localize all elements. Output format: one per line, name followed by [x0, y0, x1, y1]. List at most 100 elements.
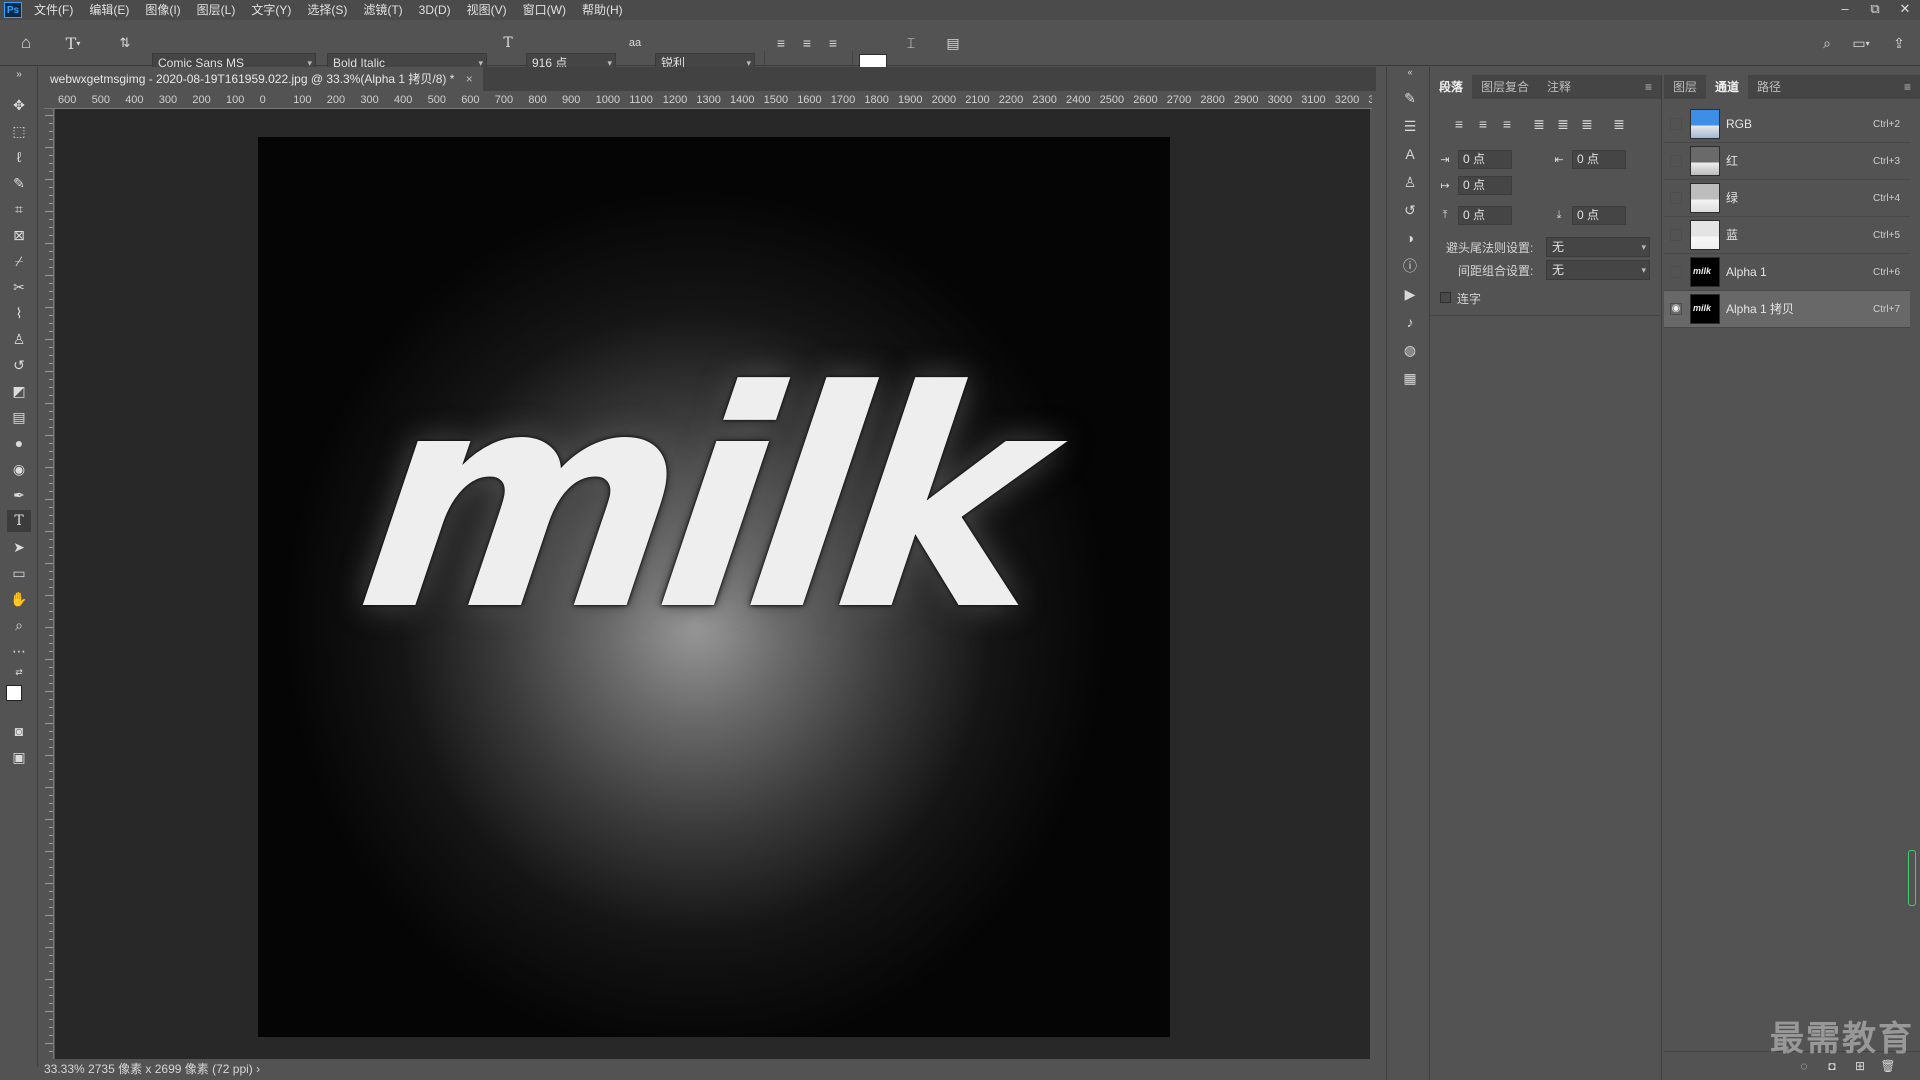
space-before-input[interactable]: 0 点 — [1458, 206, 1512, 225]
channel-row[interactable]: 红 Ctrl+3 — [1664, 143, 1910, 180]
character-icon[interactable]: A — [1399, 143, 1421, 165]
info-icon[interactable]: ⓘ — [1399, 255, 1421, 277]
indent-left-input[interactable]: 0 点 — [1458, 150, 1512, 169]
search-icon[interactable]: ⌕ — [1816, 32, 1838, 54]
channel-visibility-eye-icon[interactable] — [1670, 192, 1682, 204]
channel-visibility-eye-icon[interactable] — [1670, 229, 1682, 241]
character-panel-icon[interactable]: ▤ — [942, 32, 964, 54]
brush-settings-icon[interactable]: ✎ — [1399, 87, 1421, 109]
minimize-button[interactable]: – — [1830, 0, 1860, 20]
para-align-center-icon[interactable]: ≡ — [1474, 115, 1492, 133]
hand-tool-icon[interactable]: ✋ — [7, 588, 31, 610]
actions-icon[interactable]: ▶ — [1399, 283, 1421, 305]
channel-visibility-eye-icon[interactable] — [1670, 266, 1682, 278]
tab-layer-comps[interactable]: 图层复合 — [1472, 75, 1538, 99]
tab-notes[interactable]: 注释 — [1538, 75, 1580, 99]
close-button[interactable]: ✕ — [1890, 0, 1920, 20]
mojikumi-select[interactable]: 无 ▾ — [1546, 260, 1650, 280]
align-right-icon[interactable]: ≡ — [822, 32, 844, 54]
rectangle-tool-icon[interactable]: ▭ — [7, 562, 31, 584]
hyphenate-checkbox[interactable] — [1440, 292, 1451, 303]
adjustments-icon[interactable]: ◑ — [1399, 227, 1421, 249]
align-center-icon[interactable]: ≡ — [796, 32, 818, 54]
menu-item-1[interactable]: 编辑(E) — [81, 0, 137, 20]
tab-paths[interactable]: 路径 — [1748, 75, 1790, 99]
tab-paragraph[interactable]: 段落 — [1430, 75, 1473, 99]
tab-channels[interactable]: 通道 — [1706, 75, 1749, 99]
3d-icon[interactable]: ◍ — [1399, 339, 1421, 361]
swatches-icon[interactable]: ▦ — [1399, 367, 1421, 389]
history-brush-tool-icon[interactable]: ↺ — [7, 354, 31, 376]
status-menu-arrow[interactable]: › — [256, 1062, 260, 1076]
justify-all-icon[interactable]: ≣ — [1610, 115, 1628, 133]
justify-last-right-icon[interactable]: ≣ — [1578, 115, 1596, 133]
kinsoku-select[interactable]: 无 ▾ — [1546, 237, 1650, 257]
dodge-tool-icon[interactable]: ◉ — [7, 458, 31, 480]
channel-row[interactable]: RGB Ctrl+2 — [1664, 106, 1910, 143]
close-tab-icon[interactable]: × — [466, 72, 473, 86]
zoom-level[interactable]: 33.33% — [44, 1062, 85, 1076]
panel-menu-icon[interactable]: ≡ — [1636, 75, 1661, 99]
channel-visibility-eye-icon[interactable] — [1670, 118, 1682, 130]
clone-source-icon[interactable]: ♙ — [1399, 171, 1421, 193]
menu-item-10[interactable]: 帮助(H) — [574, 0, 631, 20]
type-tool-icon[interactable]: T — [7, 510, 31, 532]
screen-mode-icon[interactable]: ▣ — [7, 746, 31, 768]
indent-right-input[interactable]: 0 点 — [1572, 150, 1626, 169]
properties-icon[interactable]: ☰ — [1399, 115, 1421, 137]
swap-colors-icon[interactable]: ⇄ — [7, 665, 31, 679]
channel-row[interactable]: 蓝 Ctrl+5 — [1664, 217, 1910, 254]
warp-text-icon[interactable]: ⌶ — [900, 32, 922, 54]
path-selection-tool-icon[interactable]: ➤ — [7, 536, 31, 558]
pen-tool-icon[interactable]: ✒ — [7, 484, 31, 506]
menu-item-6[interactable]: 滤镜(T) — [355, 0, 410, 20]
brush-tool-icon[interactable]: ⌇ — [7, 302, 31, 324]
channel-row[interactable]: 绿 Ctrl+4 — [1664, 180, 1910, 217]
quick-mask-icon[interactable]: ◙ — [7, 720, 31, 742]
workspace-icon[interactable]: ▭ ▾ — [1846, 32, 1876, 54]
para-align-right-icon[interactable]: ≡ — [1498, 115, 1516, 133]
menu-item-7[interactable]: 3D(D) — [411, 0, 459, 20]
quick-selection-tool-icon[interactable]: ✎ — [7, 172, 31, 194]
collapse-toolbar-icon[interactable]: » — [7, 67, 31, 81]
zoom-tool-icon[interactable]: ⌕ — [7, 614, 31, 636]
toggle-text-orientation-icon[interactable]: ⇅ — [114, 32, 136, 54]
para-align-left-icon[interactable]: ≡ — [1450, 115, 1468, 133]
justify-last-center-icon[interactable]: ≣ — [1554, 115, 1572, 133]
type-tool-preset-icon[interactable]: T ▾ — [58, 32, 88, 54]
indent-first-line-input[interactable]: 0 点 — [1458, 176, 1512, 195]
canvas-text-milk[interactable]: milk — [344, 327, 1055, 676]
channels-menu-icon[interactable]: ≡ — [1895, 75, 1920, 99]
share-icon[interactable]: ⇪ — [1888, 32, 1910, 54]
menu-item-5[interactable]: 选择(S) — [299, 0, 355, 20]
channel-visibility-eye-icon[interactable] — [1670, 155, 1682, 167]
channel-row[interactable]: ◉ milk Alpha 1 拷贝 Ctrl+7 — [1664, 291, 1910, 328]
menu-item-4[interactable]: 文字(Y) — [243, 0, 299, 20]
menu-item-9[interactable]: 窗口(W) — [515, 0, 574, 20]
align-left-icon[interactable]: ≡ — [770, 32, 792, 54]
space-after-input[interactable]: 0 点 — [1572, 206, 1626, 225]
more-tools-icon[interactable]: ⋯ — [7, 640, 31, 662]
channel-row[interactable]: milk Alpha 1 Ctrl+6 — [1664, 254, 1910, 291]
blur-tool-icon[interactable]: ● — [7, 432, 31, 454]
lasso-tool-icon[interactable]: ℓ — [7, 146, 31, 168]
menu-item-8[interactable]: 视图(V) — [459, 0, 515, 20]
scrollbar[interactable] — [1908, 850, 1916, 906]
marquee-tool-icon[interactable]: ⬚ — [7, 120, 31, 142]
clone-stamp-tool-icon[interactable]: ♙ — [7, 328, 31, 350]
foreground-color-swatch[interactable] — [6, 685, 22, 701]
restore-button[interactable]: ⧉ — [1860, 0, 1890, 20]
healing-brush-tool-icon[interactable]: ✂ — [7, 276, 31, 298]
gradient-tool-icon[interactable]: ▤ — [7, 406, 31, 428]
frame-tool-icon[interactable]: ⊠ — [7, 224, 31, 246]
document-canvas[interactable]: milk — [258, 137, 1170, 1037]
eraser-tool-icon[interactable]: ◩ — [7, 380, 31, 402]
menu-item-2[interactable]: 图像(I) — [137, 0, 188, 20]
channel-visibility-eye-icon[interactable]: ◉ — [1670, 303, 1682, 315]
menu-item-3[interactable]: 图层(L) — [189, 0, 244, 20]
eyedropper-tool-icon[interactable]: ⌿ — [7, 250, 31, 272]
history-icon[interactable]: ↺ — [1399, 199, 1421, 221]
collapse-strip-icon[interactable]: « — [1399, 67, 1421, 77]
home-icon[interactable]: ⌂ — [14, 32, 38, 54]
glyphs-icon[interactable]: ♪ — [1399, 311, 1421, 333]
